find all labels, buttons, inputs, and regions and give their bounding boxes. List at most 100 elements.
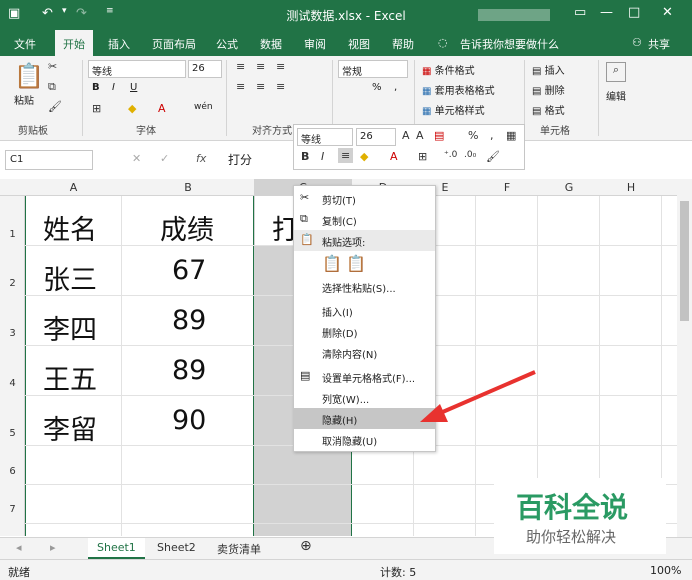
align-left-icon[interactable]: ≡ [236, 80, 245, 93]
sheet-tab-sheet1[interactable]: Sheet1 [88, 538, 145, 559]
mini-format-painter-icon[interactable]: 🖌 [486, 150, 500, 163]
sheet-tab-sheet2[interactable]: Sheet2 [157, 541, 196, 554]
italic-button[interactable]: I [112, 82, 115, 93]
phonetic-button[interactable]: wén [194, 102, 213, 112]
sheet-tab-inventory[interactable]: 卖货清单 [217, 541, 261, 557]
align-top-icon[interactable]: ≡ [236, 60, 245, 73]
tab-help[interactable]: 帮助 [392, 36, 414, 52]
font-name-combo[interactable]: 等线 [88, 60, 186, 78]
insert-cells-button[interactable]: ▤ 插入 [532, 62, 565, 77]
align-middle-icon[interactable]: ≡ [256, 60, 265, 73]
cell-a4[interactable]: 王五 [43, 358, 97, 397]
vertical-scrollbar[interactable] [677, 179, 692, 537]
cell-b2[interactable]: 67 [172, 255, 206, 286]
mini-italic-icon[interactable]: I [321, 150, 324, 163]
delete-cells-button[interactable]: ▤ 删除 [532, 82, 565, 97]
mini-percent-button[interactable]: % [468, 129, 478, 142]
mini-bold-icon[interactable]: B [301, 150, 309, 163]
column-header-b[interactable]: B [122, 181, 254, 194]
ribbon-display-icon[interactable]: ▭ [574, 5, 586, 20]
tab-page-layout[interactable]: 页面布局 [152, 36, 196, 52]
mini-font-color-icon[interactable]: A [390, 150, 398, 163]
maximize-icon[interactable]: □ [628, 5, 640, 20]
column-header-g[interactable]: G [538, 181, 600, 194]
formula-input[interactable]: 打分 [228, 151, 252, 168]
tab-view[interactable]: 视图 [348, 36, 370, 52]
mini-font-combo[interactable]: 等线 [297, 128, 353, 146]
insert-function-icon[interactable]: fx [196, 152, 206, 165]
cell-a1[interactable]: 姓名 [43, 208, 97, 247]
tab-insert[interactable]: 插入 [108, 36, 130, 52]
column-header-a[interactable]: A [25, 181, 122, 194]
align-bottom-icon[interactable]: ≡ [276, 60, 285, 73]
cut-icon[interactable]: ✂ [48, 60, 57, 73]
mini-size-combo[interactable]: 26 [356, 128, 396, 146]
next-sheet-icon[interactable]: ▸ [50, 541, 56, 554]
percent-button[interactable]: % [372, 82, 382, 93]
column-header-f[interactable]: F [476, 181, 538, 194]
paste-values-icon[interactable]: 📋 [346, 254, 366, 273]
cell-a3[interactable]: 李四 [43, 308, 97, 347]
menu-paste-special[interactable]: 选择性粘贴(S)... [294, 276, 435, 297]
fill-color-icon[interactable]: ◆ [128, 102, 136, 115]
mini-decrease-decimal-icon[interactable]: .0₀ [464, 150, 476, 160]
share-button[interactable]: 共享 [648, 36, 670, 52]
paste-button[interactable]: 粘贴 [14, 92, 34, 107]
shrink-font-icon[interactable]: A [416, 129, 424, 142]
menu-cut[interactable]: ✂ 剪切(T) [294, 188, 435, 209]
align-center-icon[interactable]: ≡ [256, 80, 265, 93]
tab-file[interactable]: 文件 [14, 36, 36, 52]
bold-button[interactable]: B [92, 82, 100, 93]
copy-icon[interactable]: ⧉ [48, 80, 56, 94]
add-sheet-icon[interactable]: ⊕ [300, 538, 312, 554]
row-header-2[interactable]: 2 [0, 278, 25, 289]
cell-b4[interactable]: 89 [172, 355, 206, 386]
mini-cond-format-icon[interactable]: ▤ [434, 129, 444, 142]
editing-button[interactable]: 编辑 [606, 88, 626, 103]
cancel-icon[interactable]: ✕ [132, 152, 141, 165]
underline-button[interactable]: U [130, 82, 137, 93]
tab-formulas[interactable]: 公式 [216, 36, 238, 52]
row-header-5[interactable]: 5 [0, 428, 25, 439]
row-header-3[interactable]: 3 [0, 328, 25, 339]
tell-me-search[interactable]: 告诉我你想要做什么 [460, 36, 559, 52]
format-painter-icon[interactable]: 🖌 [48, 100, 62, 113]
zoom-level[interactable]: 100% [650, 564, 681, 577]
mini-comma-button[interactable]: , [490, 129, 494, 142]
font-color-icon[interactable]: A [158, 102, 166, 115]
grow-font-icon[interactable]: A [402, 129, 410, 142]
cell-b3[interactable]: 89 [172, 305, 206, 336]
enter-icon[interactable]: ✓ [160, 152, 169, 165]
mini-border-icon[interactable]: ⊞ [418, 150, 427, 163]
tab-review[interactable]: 审阅 [304, 36, 326, 52]
name-box[interactable]: C1 [5, 150, 93, 170]
close-icon[interactable]: ✕ [662, 5, 673, 20]
cell-a2[interactable]: 张三 [43, 258, 97, 297]
paste-keep-format-icon[interactable]: 📋 [322, 254, 342, 273]
number-format-combo[interactable]: 常规 [338, 60, 408, 78]
menu-unhide[interactable]: 取消隐藏(U) [294, 429, 435, 450]
menu-clear-contents[interactable]: 清除内容(N) [294, 342, 435, 363]
cell-b5[interactable]: 90 [172, 405, 206, 436]
mini-table-icon[interactable]: ▦ [506, 129, 516, 142]
comma-button[interactable]: , [394, 82, 397, 93]
format-cells-button[interactable]: ▤ 格式 [532, 102, 565, 117]
mini-center-icon[interactable]: ≡ [338, 148, 354, 163]
cell-styles-button[interactable]: ▦ 单元格样式 [422, 102, 485, 117]
tab-data[interactable]: 数据 [260, 36, 282, 52]
border-icon[interactable]: ⊞ [92, 102, 101, 115]
prev-sheet-icon[interactable]: ◂ [16, 541, 22, 554]
row-header-6[interactable]: 6 [0, 466, 25, 477]
font-size-combo[interactable]: 26 [188, 60, 222, 78]
format-as-table-button[interactable]: ▦ 套用表格格式 [422, 82, 495, 97]
align-right-icon[interactable]: ≡ [276, 80, 285, 93]
conditional-format-button[interactable]: ▦ 条件格式 [422, 62, 475, 77]
menu-delete[interactable]: 删除(D) [294, 321, 435, 342]
row-header-4[interactable]: 4 [0, 378, 25, 389]
paste-icon[interactable]: 📋 [14, 62, 44, 90]
mini-fill-icon[interactable]: ◆ [360, 150, 368, 163]
find-icon[interactable]: ⌕ [606, 62, 626, 82]
column-header-h[interactable]: H [600, 181, 662, 194]
menu-copy[interactable]: ⧉ 复制(C) [294, 209, 435, 230]
row-header-7[interactable]: 7 [0, 504, 25, 515]
